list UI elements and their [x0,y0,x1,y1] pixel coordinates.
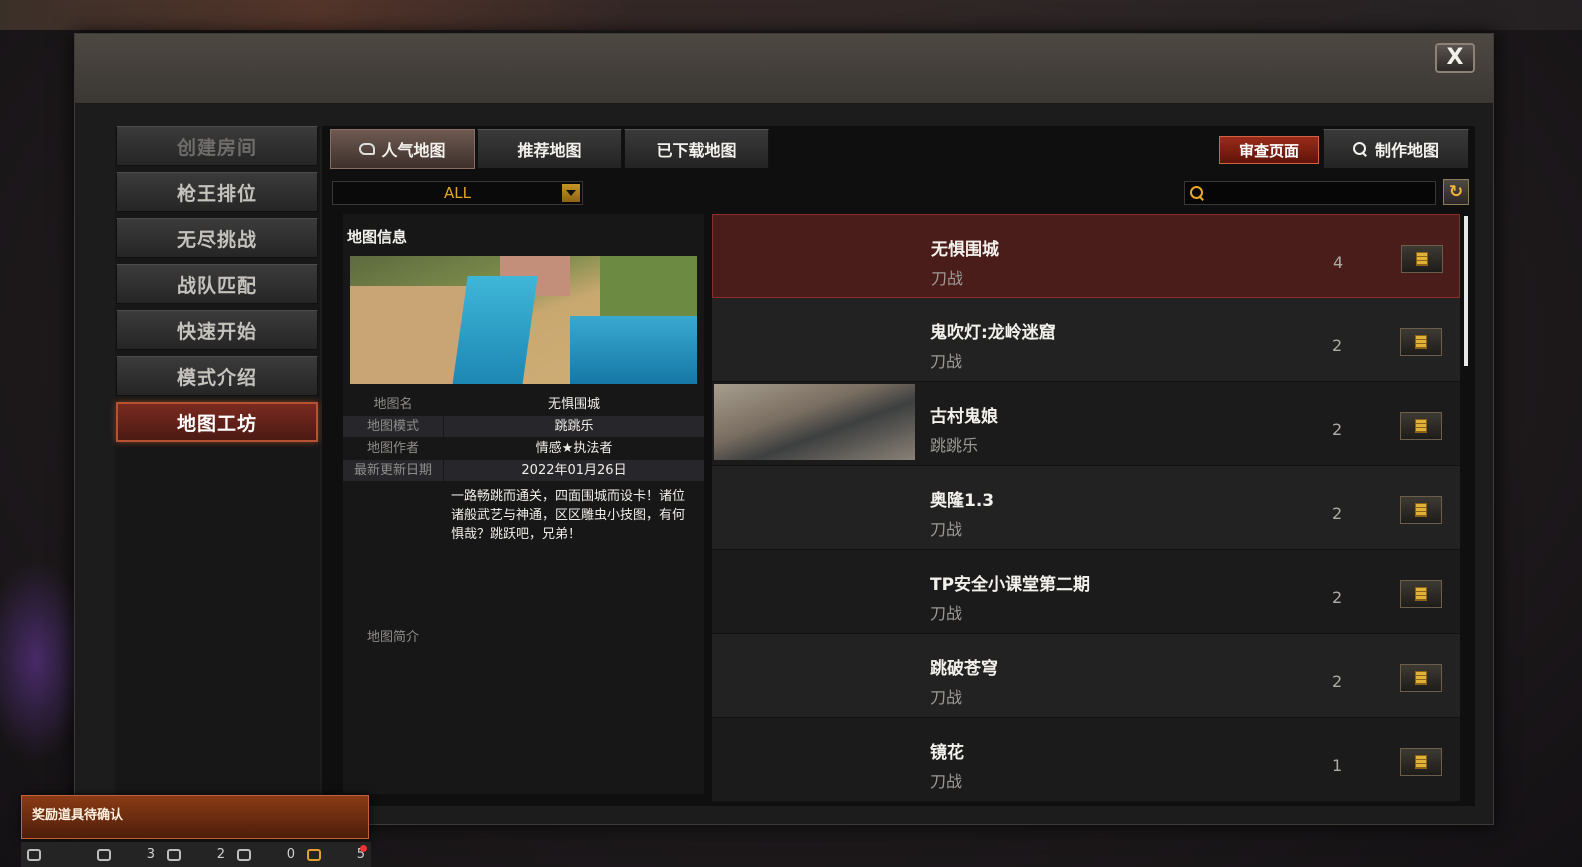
status-clan[interactable]: 2 [161,847,231,862]
map-list-item[interactable]: 镜花 刀战 1 [712,718,1460,802]
info-title: 地图信息 [347,228,408,246]
map-preview-image [350,256,697,384]
tab-downloaded-maps[interactable]: 已下载地图 [624,129,769,169]
nav-create-room[interactable]: 创建房间 [116,126,318,166]
side-nav: 创建房间 枪王排位 无尽挑战 战队匹配 快速开始 模式介绍 地图工坊 [115,126,320,826]
friends-icon [97,848,111,861]
document-icon [1415,503,1427,517]
close-button[interactable]: X [1435,43,1475,73]
map-list-item[interactable]: TP安全小课堂第二期 刀战 2 [712,550,1460,634]
document-icon [1415,671,1427,685]
map-list-item[interactable]: 古村鬼娘 跳跳乐 2 [712,382,1460,466]
refresh-button[interactable]: ↻ [1443,179,1469,205]
make-map-button[interactable]: 制作地图 [1323,129,1469,169]
list-scrollbar[interactable] [1464,216,1468,366]
status-list[interactable] [21,848,91,861]
map-detail-button[interactable] [1400,328,1442,356]
nav-ranked[interactable]: 枪王排位 [116,172,318,212]
map-workshop-window: X 创建房间 枪王排位 无尽挑战 战队匹配 快速开始 模式介绍 地图工坊 人气地… [74,33,1494,826]
document-icon [1415,335,1427,349]
nav-team-match[interactable]: 战队匹配 [116,264,318,304]
map-list-item[interactable]: 无惧围城 刀战 4 [712,214,1460,298]
background-top [0,0,1582,30]
map-thumbnail [714,468,915,544]
reward-notification[interactable]: 奖励道具待确认 [21,795,369,839]
map-thumbnail [714,636,915,712]
refresh-icon: ↻ [1448,182,1464,202]
document-icon [1415,419,1427,433]
nav-mode-intro[interactable]: 模式介绍 [116,356,318,396]
map-detail-button[interactable] [1400,496,1442,524]
info-row-mode: 地图模式 跳跳乐 [343,416,704,437]
nav-endless-challenge[interactable]: 无尽挑战 [116,218,318,258]
map-detail-button[interactable] [1400,664,1442,692]
map-detail-button[interactable] [1400,412,1442,440]
chat-icon [237,848,251,861]
shield-icon [167,848,181,861]
map-list-item[interactable]: 奥隆1.3 刀战 2 [712,466,1460,550]
map-detail-button[interactable] [1400,748,1442,776]
info-desc-label: 地图简介 [366,630,419,645]
status-gift[interactable]: 5 [301,845,371,862]
status-bar: 3 2 0 5 [21,842,371,867]
map-detail-button[interactable] [1401,245,1443,273]
search-icon [1352,142,1367,156]
document-icon [1416,252,1428,266]
map-list-item[interactable]: 跳破苍穹 刀战 2 [712,634,1460,718]
document-icon [1415,755,1427,769]
status-friends[interactable]: 3 [91,847,161,862]
map-thumbnail [714,720,915,796]
nav-map-workshop[interactable]: 地图工坊 [116,402,318,442]
info-row-name: 地图名 无惧围城 [373,397,600,412]
chat-bubble-icon [359,143,376,155]
notification-dot [360,845,367,852]
search-input[interactable] [1184,181,1436,205]
tab-popular-maps[interactable]: 人气地图 [330,129,475,169]
map-thumbnail [714,384,915,460]
mode-filter-select[interactable]: ALL [332,181,583,205]
map-info-panel: 地图信息 地图名 无惧围城 地图模式 跳跳乐 地图作者 情感★执法者 最新更新日期 20… [343,214,704,794]
map-list: 无惧围城 刀战 4 鬼吹灯:龙岭迷窟 刀战 2 古村鬼娘 跳跳乐 2 奥隆1.3… [712,214,1460,802]
map-list-item[interactable]: 鬼吹灯:龙岭迷窟 刀战 2 [712,298,1460,382]
chevron-down-icon [562,184,580,202]
search-icon [1190,186,1204,200]
document-icon [1415,587,1427,601]
title-bar: X [75,34,1493,104]
close-icon: X [1446,45,1464,70]
map-thumbnail [714,300,915,376]
map-thumbnail [715,217,916,293]
map-thumbnail [714,552,915,628]
info-desc-text: 一路畅跳而通关，四面围城而设卡！诸位诸般武艺与神通，区区雕虫小技图，有何惧哉？跳… [451,489,686,542]
tab-recommended-maps[interactable]: 推荐地图 [477,129,622,169]
map-detail-button[interactable] [1400,580,1442,608]
status-chat[interactable]: 0 [231,847,301,862]
gift-icon [307,848,321,861]
list-icon [27,848,41,861]
review-page-button[interactable]: 审查页面 [1219,136,1319,164]
info-row-updated: 最新更新日期 2022年01月26日 [343,460,704,481]
nav-quick-start[interactable]: 快速开始 [116,310,318,350]
info-row-author: 地图作者 情感★执法者 [366,441,613,456]
content-area: 人气地图 推荐地图 已下载地图 审查页面 制作地图 ALL ↻ 地图信息 地图名… [322,126,1475,806]
